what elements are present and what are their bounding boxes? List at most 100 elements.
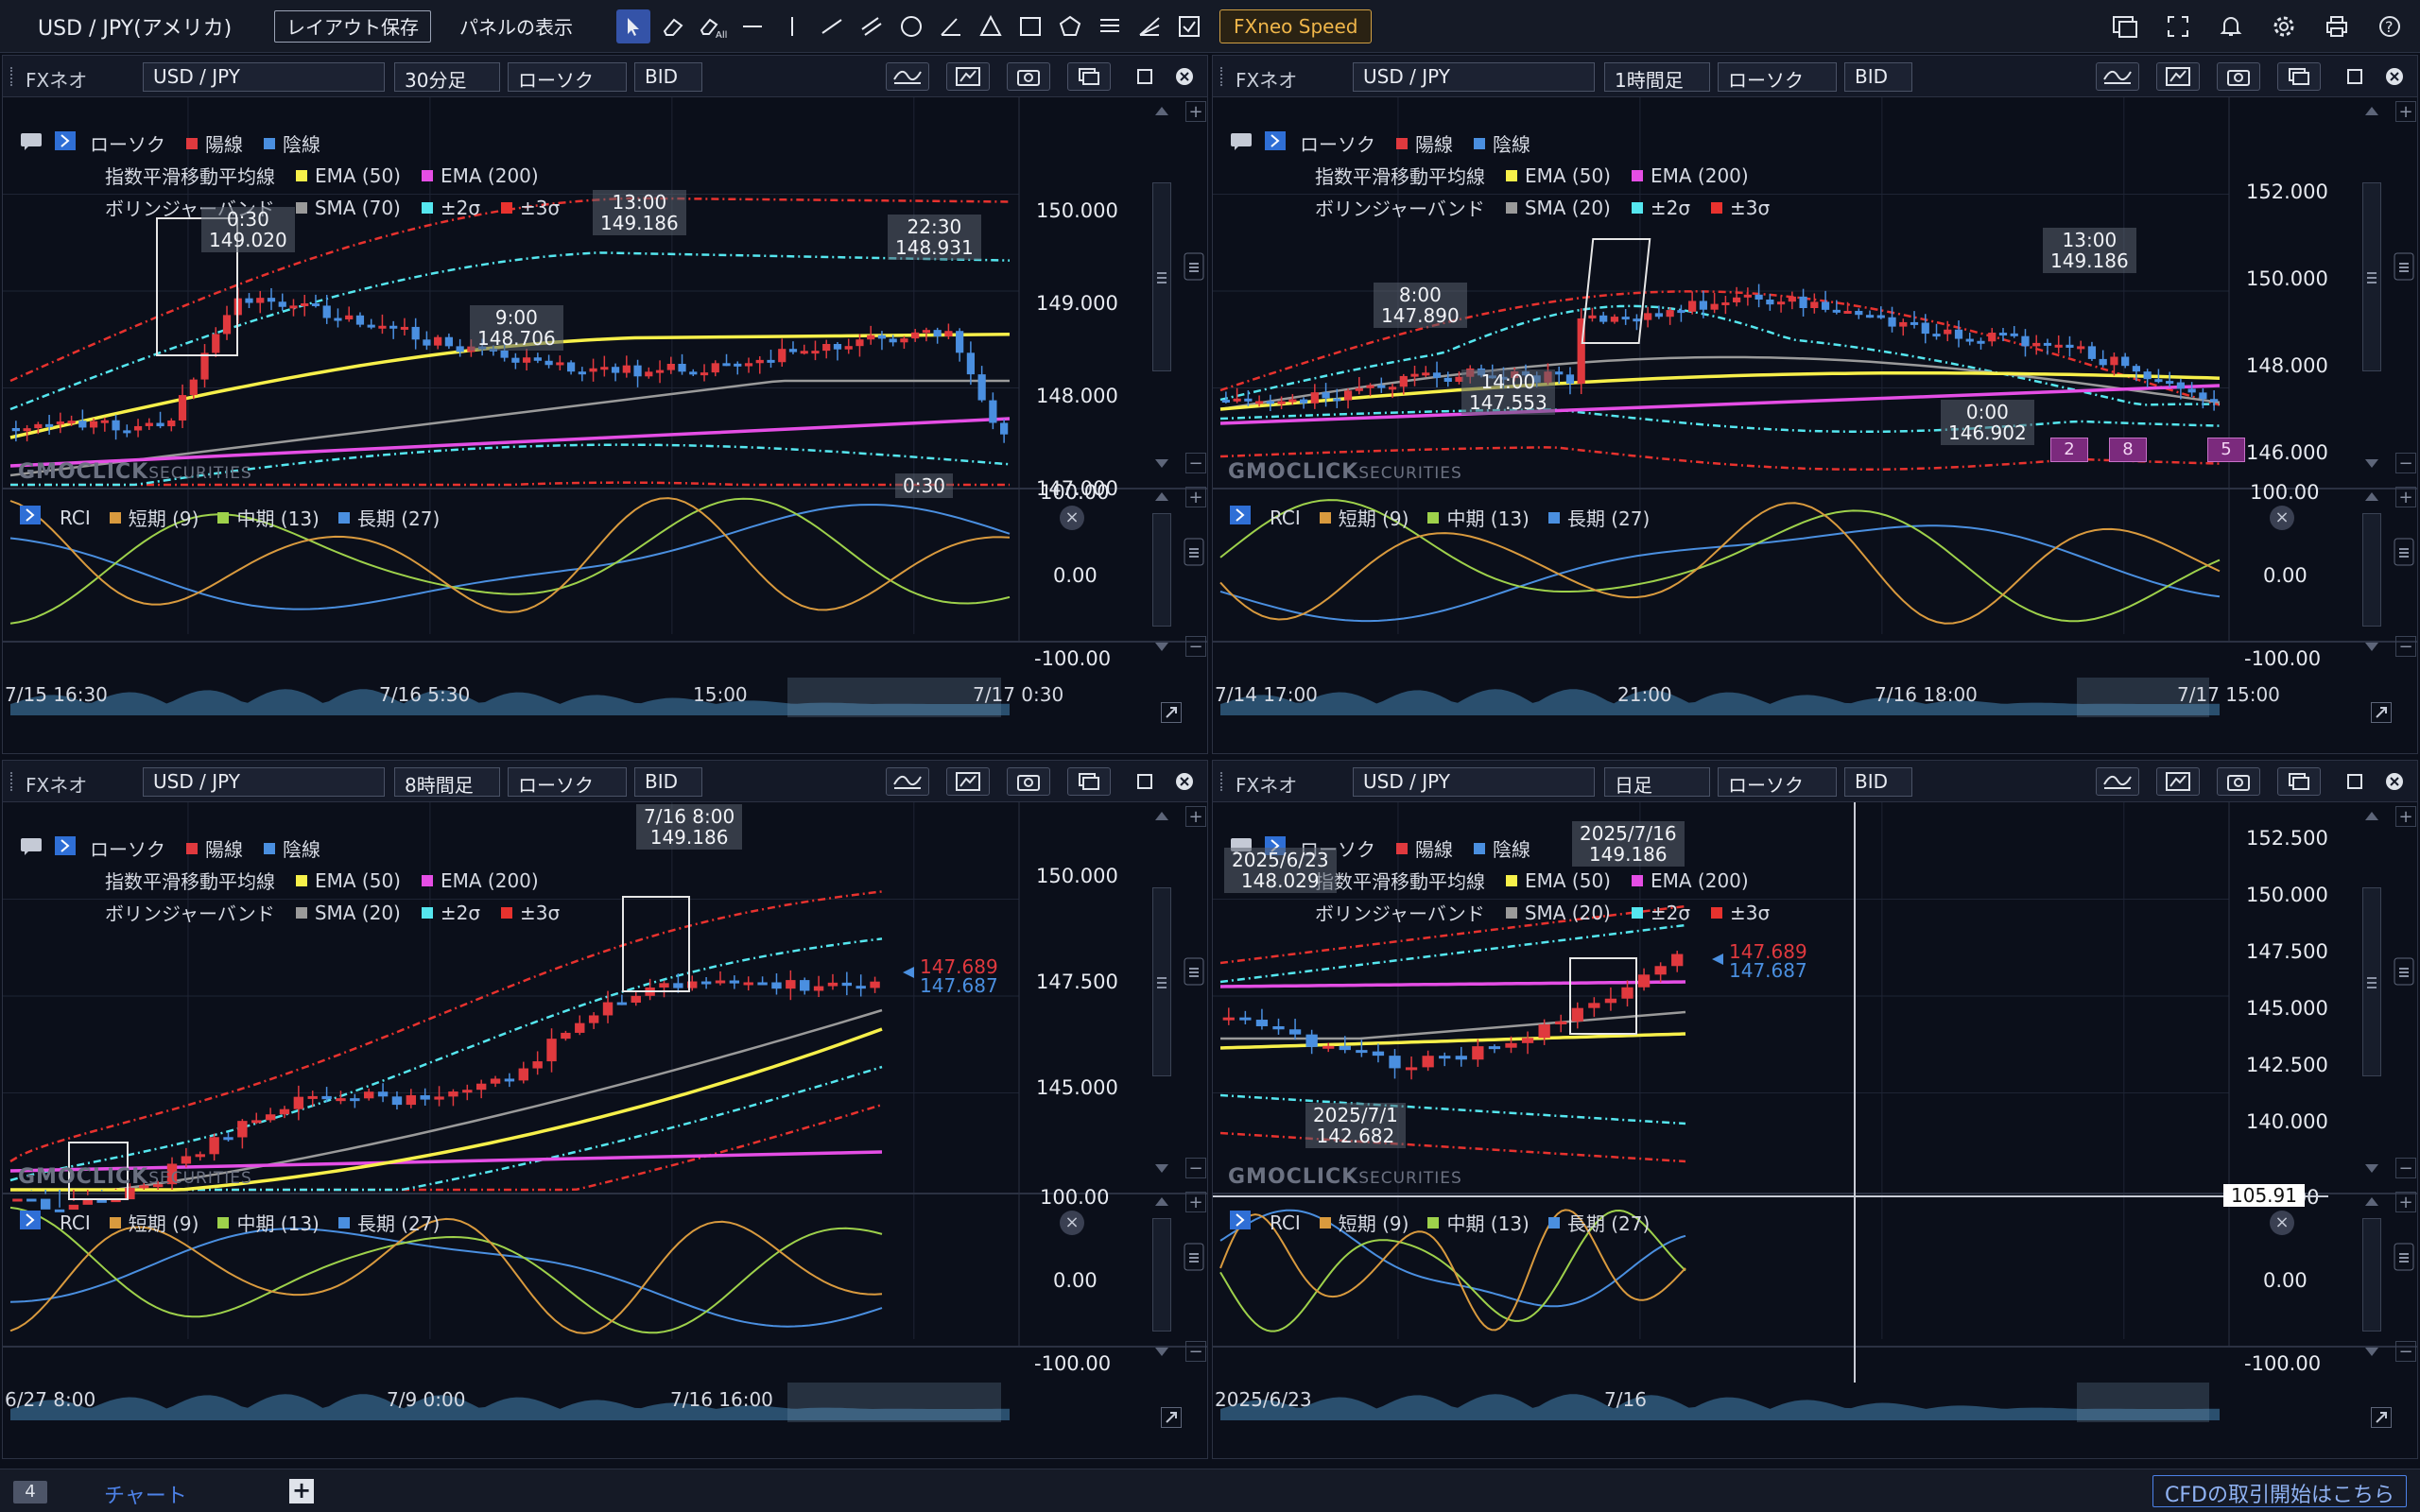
zoom-in-icon[interactable]: + — [1185, 101, 1206, 122]
chart-settings-icon[interactable] — [946, 767, 990, 796]
chart-type-select[interactable]: ローソク — [508, 62, 627, 92]
fxneo-speed-button[interactable]: FXneo Speed — [1219, 9, 1373, 43]
comment-icon[interactable] — [18, 129, 44, 152]
angle-tool-icon[interactable] — [934, 9, 968, 43]
camera-icon[interactable] — [2217, 767, 2260, 796]
scroll-up-icon[interactable] — [1151, 101, 1172, 122]
cursor-tool-icon[interactable] — [616, 9, 650, 43]
rci-close-icon[interactable]: × — [2270, 1211, 2294, 1235]
collapse-pane-icon[interactable] — [2394, 252, 2414, 281]
copy-panel-icon[interactable] — [1067, 62, 1111, 91]
event-badge[interactable]: 2 — [2050, 438, 2088, 462]
collapse-rci-icon[interactable] — [1184, 1243, 1204, 1271]
collapse-pane-icon[interactable] — [1184, 957, 1204, 986]
camera-icon[interactable] — [1007, 62, 1050, 91]
pentagon-tool-icon[interactable] — [1053, 9, 1087, 43]
chart-type-select[interactable]: ローソク — [508, 767, 627, 797]
zoom-out-icon[interactable]: − — [2395, 1158, 2416, 1178]
rci-scroll-up-icon[interactable] — [2361, 487, 2382, 507]
scroll-up-icon[interactable] — [2361, 806, 2382, 827]
drag-handle-icon[interactable] — [10, 67, 16, 86]
timeframe-select[interactable]: 30分足 — [394, 62, 500, 92]
price-scrollbar[interactable] — [2362, 182, 2381, 371]
expand-legend-icon[interactable] — [1262, 129, 1288, 152]
chart-settings-icon[interactable] — [2156, 767, 2200, 796]
rci-scroll-up-icon[interactable] — [1151, 1192, 1172, 1212]
expand-corner-icon[interactable] — [2371, 702, 2392, 723]
parallel-line-tool-icon[interactable] — [855, 9, 889, 43]
maximize-icon[interactable] — [2343, 770, 2366, 793]
rci-zoom-in-icon[interactable]: + — [1185, 487, 1206, 507]
tab-chart[interactable]: チャート — [104, 1479, 187, 1509]
copy-panel-icon[interactable] — [2277, 767, 2321, 796]
expand-rci-icon[interactable] — [18, 1210, 44, 1235]
expand-corner-icon[interactable] — [1161, 1407, 1182, 1428]
comment-icon[interactable] — [18, 834, 44, 857]
help-icon[interactable]: ? — [2373, 9, 2407, 43]
vertical-line-tool-icon[interactable] — [775, 9, 809, 43]
scroll-down-icon[interactable] — [2361, 1158, 2382, 1178]
copy-panel-icon[interactable] — [2277, 62, 2321, 91]
rci-zoom-in-icon[interactable]: + — [2395, 487, 2416, 507]
close-icon[interactable] — [2383, 770, 2406, 793]
rci-scroll-down-icon[interactable] — [2361, 636, 2382, 657]
symbol-select[interactable]: USD / JPY — [143, 62, 385, 92]
timeframe-select[interactable]: 日足 — [1604, 767, 1710, 797]
rci-scroll-down-icon[interactable] — [1151, 1341, 1172, 1362]
chart-settings-icon[interactable] — [2156, 62, 2200, 91]
price-scrollbar[interactable] — [1152, 887, 1171, 1076]
cfd-start-link[interactable]: CFDの取引開始はこちら — [2152, 1475, 2407, 1507]
symbol-select[interactable]: USD / JPY — [143, 767, 385, 797]
window-layout-icon[interactable] — [2108, 9, 2142, 43]
rci-scrollbar[interactable] — [2362, 513, 2381, 627]
add-tab-button[interactable]: + — [289, 1479, 314, 1503]
event-badge[interactable]: 5 — [2207, 438, 2245, 462]
price-type-select[interactable]: BID — [634, 62, 702, 92]
zoom-in-icon[interactable]: + — [1185, 806, 1206, 827]
trend-line-tool-icon[interactable] — [815, 9, 849, 43]
camera-icon[interactable] — [2217, 62, 2260, 91]
rci-zoom-out-icon[interactable]: − — [2395, 1341, 2416, 1362]
eraser-tool-icon[interactable] — [656, 9, 690, 43]
close-icon[interactable] — [1173, 65, 1196, 88]
indicator-icon[interactable] — [2096, 62, 2139, 91]
rci-close-icon[interactable]: × — [1060, 1211, 1084, 1235]
zoom-out-icon[interactable]: − — [1185, 1158, 1206, 1178]
fibonacci-tool-icon[interactable] — [1093, 9, 1127, 43]
price-scrollbar[interactable] — [2362, 887, 2381, 1076]
rci-zoom-out-icon[interactable]: − — [2395, 636, 2416, 657]
price-type-select[interactable]: BID — [1844, 767, 1912, 797]
timeframe-select[interactable]: 1時間足 — [1604, 62, 1710, 92]
close-icon[interactable] — [1173, 770, 1196, 793]
timeframe-select[interactable]: 8時間足 — [394, 767, 500, 797]
indicator-icon[interactable] — [2096, 767, 2139, 796]
triangle-tool-icon[interactable] — [974, 9, 1008, 43]
fullscreen-icon[interactable] — [2161, 9, 2195, 43]
zoom-in-icon[interactable]: + — [2395, 101, 2416, 122]
drag-handle-icon[interactable] — [10, 772, 16, 791]
indicator-icon[interactable] — [886, 767, 929, 796]
expand-corner-icon[interactable] — [1161, 702, 1182, 723]
rci-close-icon[interactable]: × — [2270, 506, 2294, 530]
circle-tool-icon[interactable] — [894, 9, 928, 43]
rectangle-tool-icon[interactable] — [1013, 9, 1047, 43]
eraser-all-tool-icon[interactable]: All — [696, 9, 730, 43]
expand-corner-icon[interactable] — [2371, 1407, 2392, 1428]
gear-icon[interactable] — [2267, 9, 2301, 43]
maximize-icon[interactable] — [1133, 770, 1156, 793]
scroll-up-icon[interactable] — [2361, 101, 2382, 122]
rci-scroll-down-icon[interactable] — [1151, 636, 1172, 657]
collapse-pane-icon[interactable] — [2394, 957, 2414, 986]
rci-scroll-down-icon[interactable] — [2361, 1341, 2382, 1362]
print-icon[interactable] — [2320, 9, 2354, 43]
rci-zoom-out-icon[interactable]: − — [1185, 636, 1206, 657]
checkbox-tool-icon[interactable] — [1172, 9, 1206, 43]
event-badge[interactable]: 8 — [2109, 438, 2147, 462]
rci-zoom-in-icon[interactable]: + — [1185, 1192, 1206, 1212]
scroll-down-icon[interactable] — [1151, 1158, 1172, 1178]
camera-icon[interactable] — [1007, 767, 1050, 796]
drag-handle-icon[interactable] — [1220, 772, 1226, 791]
price-type-select[interactable]: BID — [1844, 62, 1912, 92]
expand-rci-icon[interactable] — [18, 505, 44, 530]
zoom-out-icon[interactable]: − — [1185, 453, 1206, 473]
